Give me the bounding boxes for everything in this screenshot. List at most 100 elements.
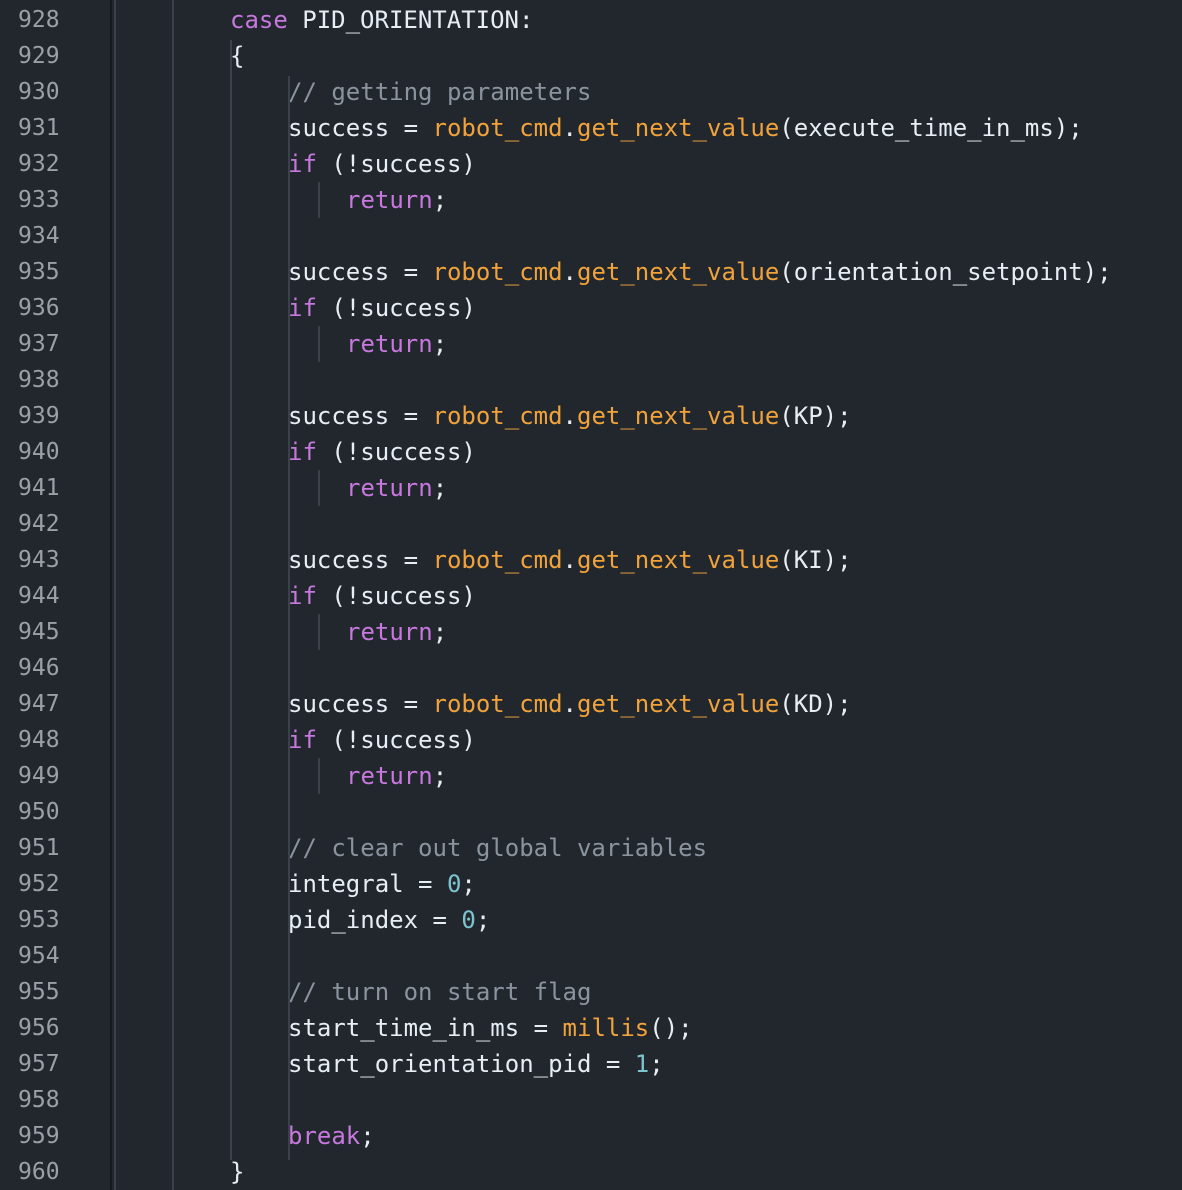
line-number: 946 — [18, 655, 60, 681]
token-method: get_next_value — [577, 546, 780, 574]
code-area[interactable]: case PID_ORIENTATION: { // getting paramet… — [112, 0, 1182, 1190]
line-number: 945 — [18, 619, 60, 645]
token-plain: ; — [432, 762, 448, 790]
line-number: 957 — [18, 1051, 60, 1077]
code-line[interactable]: success = robot_cmd.get_next_value(KI); — [288, 542, 852, 578]
token-keyword: return — [346, 186, 433, 214]
code-line[interactable]: if (!success) — [288, 578, 476, 614]
line-number: 933 — [18, 187, 60, 213]
indent-guide — [172, 0, 174, 1190]
line-number: 940 — [18, 439, 60, 465]
line-number: 932 — [18, 151, 60, 177]
token-plain: ; — [360, 1122, 375, 1150]
line-number: 931 — [18, 115, 60, 141]
line-number: 948 — [18, 727, 60, 753]
line-number: 928 — [18, 7, 60, 33]
token-plain: (); — [649, 1014, 693, 1042]
code-line[interactable]: success = robot_cmd.get_next_value(KD); — [288, 686, 852, 722]
code-line[interactable]: if (!success) — [288, 146, 476, 182]
token-plain: } — [230, 1158, 245, 1186]
code-line[interactable]: // turn on start flag — [288, 974, 591, 1010]
token-comment: // turn on start flag — [288, 978, 592, 1006]
line-number: 938 — [18, 367, 60, 393]
token-keyword: return — [346, 762, 433, 790]
token-plain: success = — [288, 690, 433, 718]
code-line[interactable]: pid_index = 0; — [288, 902, 490, 938]
line-number: 950 — [18, 799, 60, 825]
token-plain: success = — [288, 402, 433, 430]
code-line[interactable]: start_time_in_ms = millis(); — [288, 1010, 693, 1046]
code-line[interactable]: return; — [346, 614, 447, 650]
token-plain: ; — [432, 474, 448, 502]
token-comment: // clear out global variables — [288, 834, 708, 862]
indent-guide — [288, 76, 290, 1160]
token-plain: . — [562, 402, 577, 430]
line-number: 935 — [18, 259, 60, 285]
token-plain: (KI); — [779, 546, 852, 574]
code-line[interactable]: integral = 0; — [288, 866, 476, 902]
code-line[interactable]: success = robot_cmd.get_next_value(KP); — [288, 398, 852, 434]
token-plain: . — [562, 690, 577, 718]
token-plain: (!success) — [316, 582, 476, 610]
line-number: 939 — [18, 403, 60, 429]
code-editor[interactable]: 928 929 930 931 932 933 934 935 936 937 938 939 940 9… — [0, 0, 1182, 1190]
token-plain: . — [562, 258, 577, 286]
line-number: 936 — [18, 295, 60, 321]
line-number: 960 — [18, 1159, 60, 1185]
line-number: 942 — [18, 511, 60, 537]
token-plain: (!success) — [316, 438, 476, 466]
token-plain: { — [230, 42, 245, 70]
token-keyword: if — [288, 150, 317, 178]
line-number: 929 — [18, 43, 60, 69]
token-object: robot_cmd — [432, 402, 563, 430]
token-call: millis — [562, 1014, 650, 1042]
line-number: 944 — [18, 583, 60, 609]
code-line[interactable]: { — [230, 38, 244, 74]
code-line[interactable]: start_orientation_pid = 1; — [288, 1046, 664, 1082]
code-line[interactable]: success = robot_cmd.get_next_value(execu… — [288, 110, 1083, 146]
token-plain: (!success) — [316, 726, 476, 754]
token-plain: . — [562, 546, 577, 574]
token-object: robot_cmd — [432, 258, 563, 286]
code-line[interactable]: // getting parameters — [288, 74, 591, 110]
code-line[interactable]: return; — [346, 182, 447, 218]
code-line[interactable]: break; — [288, 1118, 375, 1154]
indent-guide — [318, 182, 320, 218]
token-method: get_next_value — [577, 258, 780, 286]
code-line[interactable]: return; — [346, 470, 447, 506]
code-line[interactable]: return; — [346, 758, 447, 794]
code-line[interactable]: success = robot_cmd.get_next_value(orien… — [288, 254, 1112, 290]
code-line[interactable]: // clear out global variables — [288, 830, 707, 866]
token-object: robot_cmd — [432, 690, 563, 718]
token-plain: integral = — [288, 870, 447, 898]
token-object: robot_cmd — [432, 546, 563, 574]
token-plain: success = — [288, 114, 433, 142]
token-plain: ; — [432, 330, 448, 358]
indent-guide — [318, 326, 320, 362]
token-keyword: if — [288, 582, 317, 610]
line-number: 934 — [18, 223, 60, 249]
token-plain: (orientation_setpoint); — [779, 258, 1112, 286]
indent-guide — [230, 40, 232, 1160]
token-keyword: if — [288, 294, 317, 322]
token-plain: success = — [288, 258, 433, 286]
line-number: 954 — [18, 943, 60, 969]
code-line[interactable]: if (!success) — [288, 434, 476, 470]
line-number: 947 — [18, 691, 60, 717]
token-plain: ; — [649, 1050, 664, 1078]
token-plain: (execute_time_in_ms); — [779, 114, 1083, 142]
indent-guide — [114, 0, 116, 1190]
line-number-gutter: 928 929 930 931 932 933 934 935 936 937 938 939 940 9… — [0, 0, 112, 1190]
code-line[interactable]: case PID_ORIENTATION: — [230, 2, 533, 38]
code-line[interactable]: if (!success) — [288, 722, 476, 758]
token-number: 1 — [634, 1050, 650, 1078]
token-plain: . — [562, 114, 577, 142]
line-number: 949 — [18, 763, 60, 789]
token-number: 0 — [446, 870, 462, 898]
indent-guide — [318, 470, 320, 506]
token-plain: (!success) — [316, 294, 476, 322]
code-line[interactable]: return; — [346, 326, 447, 362]
line-number: 930 — [18, 79, 60, 105]
code-line[interactable]: } — [230, 1154, 244, 1190]
code-line[interactable]: if (!success) — [288, 290, 476, 326]
